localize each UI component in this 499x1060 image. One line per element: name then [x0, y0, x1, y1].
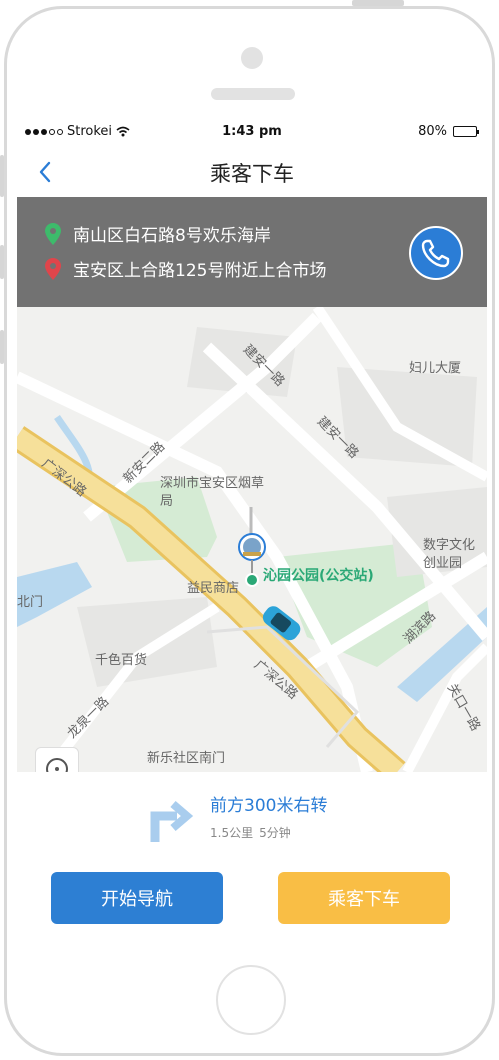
map-label-shuzi: 数字文化创业园 [423, 538, 476, 571]
map-view[interactable]: 建安一路 建安一路 妇儿大厦 新安二路 广深公路 广深公路 深圳市宝安区烟草局 … [17, 307, 487, 772]
battery-percent: 80% [418, 124, 447, 139]
route-distance: 1.5公里 [210, 826, 254, 840]
map-label-qianse: 千色百货 [95, 653, 148, 668]
turn-right-arrow-icon [150, 800, 194, 842]
app-screen: Strokei 1:43 pm 80% 乘客下车 南山区白石路8号欢乐海岸 宝安… [17, 115, 487, 951]
destination-pin-icon [45, 257, 61, 280]
route-duration: 5分钟 [259, 826, 291, 840]
battery-icon [453, 126, 479, 137]
map-label-yimin: 益民商店 [187, 581, 240, 596]
origin-row: 南山区白石路8号欢乐海岸 [45, 221, 271, 246]
start-navigation-button[interactable]: 开始导航 [51, 872, 223, 924]
poi-label[interactable]: 沁园公园(公交站) [263, 567, 383, 586]
volume-down-button [0, 330, 4, 364]
destination-address: 宝安区上合路125号附近上合市场 [73, 261, 327, 281]
crosshair-icon [46, 758, 68, 772]
front-camera [241, 47, 263, 69]
address-panel: 南山区白石路8号欢乐海岸 宝安区上合路125号附近上合市场 [17, 197, 487, 307]
speaker-grille [211, 88, 295, 100]
navigation-panel: 前方300米右转 1.5公里 5分钟 开始导航 乘客下车 [17, 772, 487, 951]
map-label-gate: 北门 [17, 595, 44, 610]
origin-pin-icon [45, 222, 61, 245]
nav-bar: 乘客下车 [17, 147, 487, 197]
status-time: 1:43 pm [222, 124, 282, 139]
locate-button[interactable] [35, 747, 79, 772]
mute-switch [0, 155, 4, 197]
map-label-fuer: 妇儿大厦 [409, 361, 462, 376]
drop-off-button[interactable]: 乘客下车 [278, 872, 450, 924]
top-button [352, 0, 404, 6]
phone-icon [421, 239, 450, 268]
call-button[interactable] [409, 226, 463, 280]
destination-row: 宝安区上合路125号附近上合市场 [45, 256, 326, 281]
route-meta: 1.5公里 5分钟 [210, 824, 291, 841]
volume-up-button [0, 245, 4, 279]
page-title: 乘客下车 [210, 162, 294, 186]
battery-group: 80% [418, 124, 479, 139]
map-label-xinle: 新乐社区南门 [147, 751, 226, 766]
status-bar: Strokei 1:43 pm 80% [17, 115, 487, 147]
map-label-tobacco: 深圳市宝安区烟草局 [160, 476, 265, 509]
home-button[interactable] [216, 965, 286, 1035]
origin-address: 南山区白石路8号欢乐海岸 [73, 226, 271, 246]
turn-instruction: 前方300米右转 [210, 796, 328, 816]
